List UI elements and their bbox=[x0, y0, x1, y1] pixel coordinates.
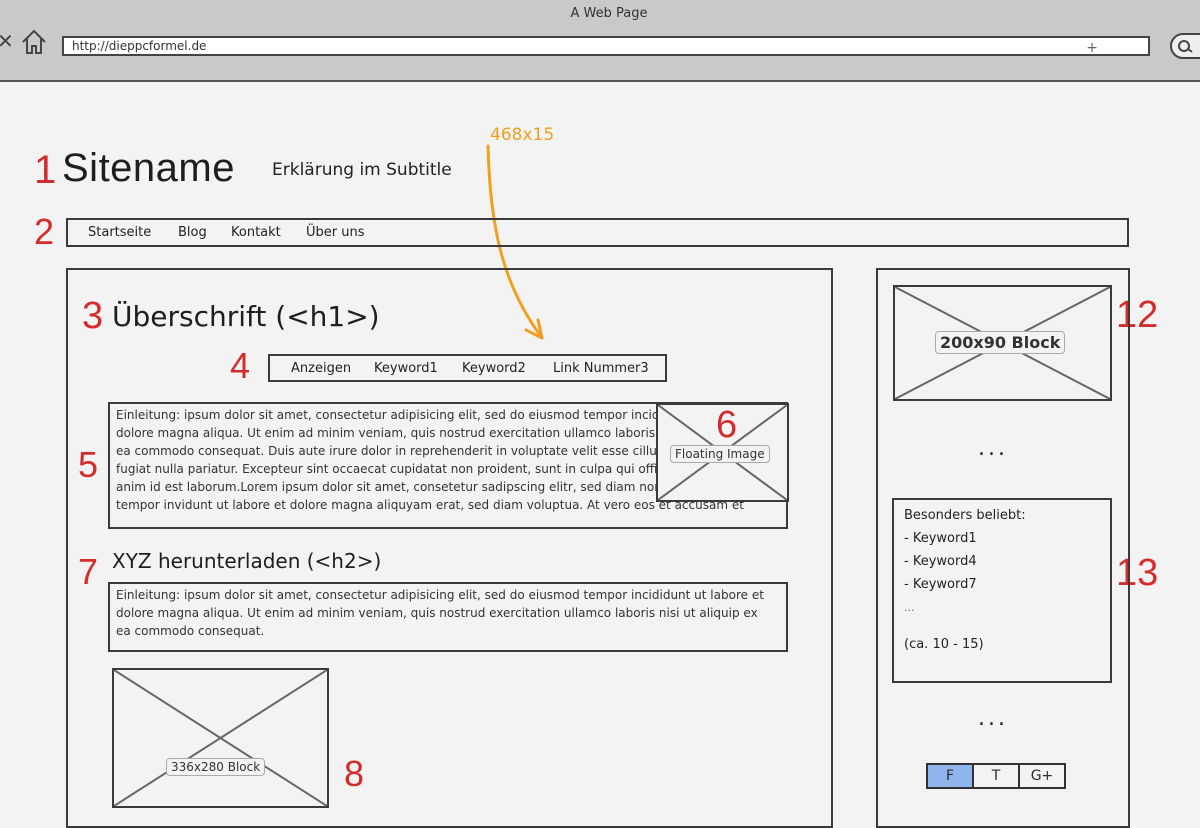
facebook-button[interactable]: F bbox=[926, 763, 974, 789]
site-name[interactable]: Sitename bbox=[62, 146, 235, 191]
popular-item[interactable]: - Keyword1 bbox=[904, 527, 1100, 550]
keyword-link-keyword2[interactable]: Keyword2 bbox=[462, 361, 526, 376]
keyword-link-nummer3[interactable]: Link Nummer3 bbox=[553, 361, 649, 376]
keyword-link-anzeigen[interactable]: Anzeigen bbox=[291, 361, 351, 376]
nav-link-ueber-uns[interactable]: Über uns bbox=[306, 225, 365, 240]
cursor-crosshair-icon: + bbox=[1086, 40, 1098, 56]
popular-item[interactable]: - Keyword7 bbox=[904, 573, 1100, 596]
ad-block-200x90: 200x90 Block bbox=[893, 285, 1112, 401]
ellipsis: ... bbox=[978, 706, 1008, 731]
popular-keywords-box: Besonders beliebt: - Keyword1 - Keyword4… bbox=[892, 498, 1112, 683]
nav-link-startseite[interactable]: Startseite bbox=[88, 225, 151, 240]
keyword-link-keyword1[interactable]: Keyword1 bbox=[374, 361, 438, 376]
search-icon bbox=[1178, 40, 1193, 53]
home-icon[interactable] bbox=[20, 28, 48, 56]
ad-block-336x280: 336x280 Block bbox=[112, 668, 329, 808]
annotation-number-2: 2 bbox=[34, 211, 55, 252]
section-subheading: XYZ herunterladen (<h2>) bbox=[112, 549, 382, 573]
floating-image-label: Floating Image bbox=[670, 445, 770, 463]
address-bar[interactable]: http://dieppcformel.de + bbox=[62, 36, 1150, 56]
twitter-button[interactable]: T bbox=[972, 763, 1020, 789]
second-paragraph: Einleitung: ipsum dolor sit amet, consec… bbox=[116, 588, 764, 638]
window-title: A Web Page bbox=[570, 6, 648, 21]
main-navigation: Startseite Blog Kontakt Über uns bbox=[66, 218, 1129, 247]
popular-more: ... bbox=[904, 601, 915, 614]
url-text: http://dieppcformel.de bbox=[72, 39, 207, 53]
site-subtitle: Erklärung im Subtitle bbox=[272, 160, 452, 180]
ad-block-label: 336x280 Block bbox=[166, 758, 266, 776]
social-buttons: F T G+ bbox=[926, 763, 1066, 789]
google-plus-button[interactable]: G+ bbox=[1018, 763, 1066, 789]
page-heading: Überschrift (<h1>) bbox=[112, 300, 380, 333]
popular-title: Besonders beliebt: bbox=[904, 508, 1026, 523]
search-button[interactable] bbox=[1170, 33, 1200, 59]
popular-note: (ca. 10 - 15) bbox=[904, 637, 984, 652]
close-icon[interactable]: ✕ bbox=[0, 29, 14, 53]
keyword-link-bar: Anzeigen Keyword1 Keyword2 Link Nummer3 bbox=[268, 354, 667, 382]
nav-link-blog[interactable]: Blog bbox=[178, 225, 207, 240]
second-paragraph-box: Einleitung: ipsum dolor sit amet, consec… bbox=[108, 582, 788, 652]
ellipsis: ... bbox=[978, 436, 1008, 461]
sidebar-block-label: 200x90 Block bbox=[935, 331, 1066, 354]
annotation-number-6: 6 bbox=[716, 404, 738, 446]
popular-item[interactable]: - Keyword4 bbox=[904, 550, 1100, 573]
nav-link-kontakt[interactable]: Kontakt bbox=[231, 225, 281, 240]
browser-chrome: A Web Page ✕ http://dieppcformel.de + bbox=[0, 0, 1200, 82]
annotation-number-1: 1 bbox=[34, 148, 57, 192]
image-placeholder-icon bbox=[114, 670, 327, 806]
